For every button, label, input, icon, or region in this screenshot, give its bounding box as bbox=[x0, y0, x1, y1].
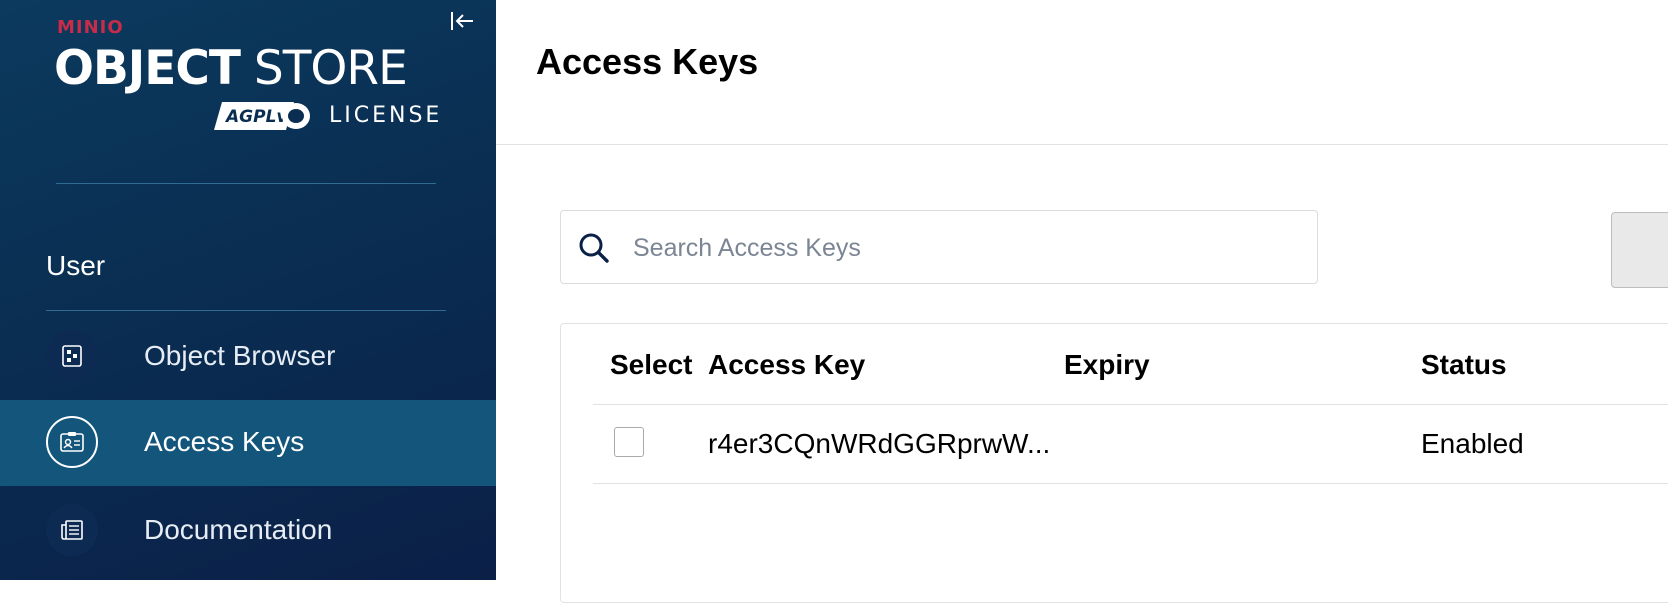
product-name: OBJECT STORE bbox=[54, 41, 408, 96]
page-header: Access Keys bbox=[496, 0, 1668, 145]
documentation-icon bbox=[46, 504, 98, 556]
sidebar-item-access-keys[interactable]: Access Keys bbox=[0, 400, 496, 486]
column-header-access-key[interactable]: Access Key bbox=[708, 348, 865, 382]
main-content: Access Keys Select Access Key Expiry Sta… bbox=[496, 0, 1668, 603]
sidebar-item-label: Access Keys bbox=[144, 426, 305, 457]
access-key-cell[interactable]: r4er3CQnWRdGGRprwW... bbox=[708, 427, 1050, 461]
access-keys-table: Select Access Key Expiry Status r4er3CQn… bbox=[560, 323, 1668, 603]
page-title: Access Keys bbox=[536, 41, 759, 82]
sidebar-item-documentation[interactable]: Documentation bbox=[0, 488, 496, 574]
column-header-expiry[interactable]: Expiry bbox=[1064, 348, 1150, 382]
logo-divider bbox=[56, 183, 436, 184]
product-name-bold: OBJECT bbox=[54, 41, 241, 96]
action-button[interactable] bbox=[1611, 212, 1668, 288]
collapse-sidebar-icon bbox=[451, 12, 473, 30]
sidebar-item-label: Object Browser bbox=[144, 340, 336, 371]
table-header: Select Access Key Expiry Status bbox=[593, 324, 1668, 405]
search-icon bbox=[579, 233, 609, 263]
section-divider bbox=[46, 310, 446, 311]
table-row[interactable]: r4er3CQnWRdGGRprwW... Enabled bbox=[593, 405, 1668, 484]
collapse-sidebar-button[interactable] bbox=[446, 6, 478, 36]
column-header-select[interactable]: Select bbox=[610, 348, 693, 382]
search-box[interactable] bbox=[560, 210, 1318, 284]
sidebar-item-label: Documentation bbox=[144, 514, 333, 545]
column-header-status[interactable]: Status bbox=[1421, 348, 1507, 382]
sidebar: MINIO OBJECT STORE AGPLv3 LICENSE User O… bbox=[0, 0, 496, 580]
search-input[interactable] bbox=[631, 225, 1295, 271]
minio-logo: MINIO bbox=[57, 17, 124, 38]
object-browser-icon bbox=[46, 330, 98, 382]
license-label: LICENSE bbox=[329, 103, 443, 128]
access-keys-icon bbox=[46, 416, 98, 468]
sidebar-section-user: User bbox=[46, 250, 106, 281]
agpl-badge-icon: AGPLv3 bbox=[214, 102, 310, 130]
status-cell: Enabled bbox=[1421, 428, 1524, 459]
product-name-light: STORE bbox=[253, 41, 408, 96]
sidebar-item-object-browser[interactable]: Object Browser bbox=[0, 314, 496, 400]
row-select-checkbox[interactable] bbox=[614, 427, 644, 457]
